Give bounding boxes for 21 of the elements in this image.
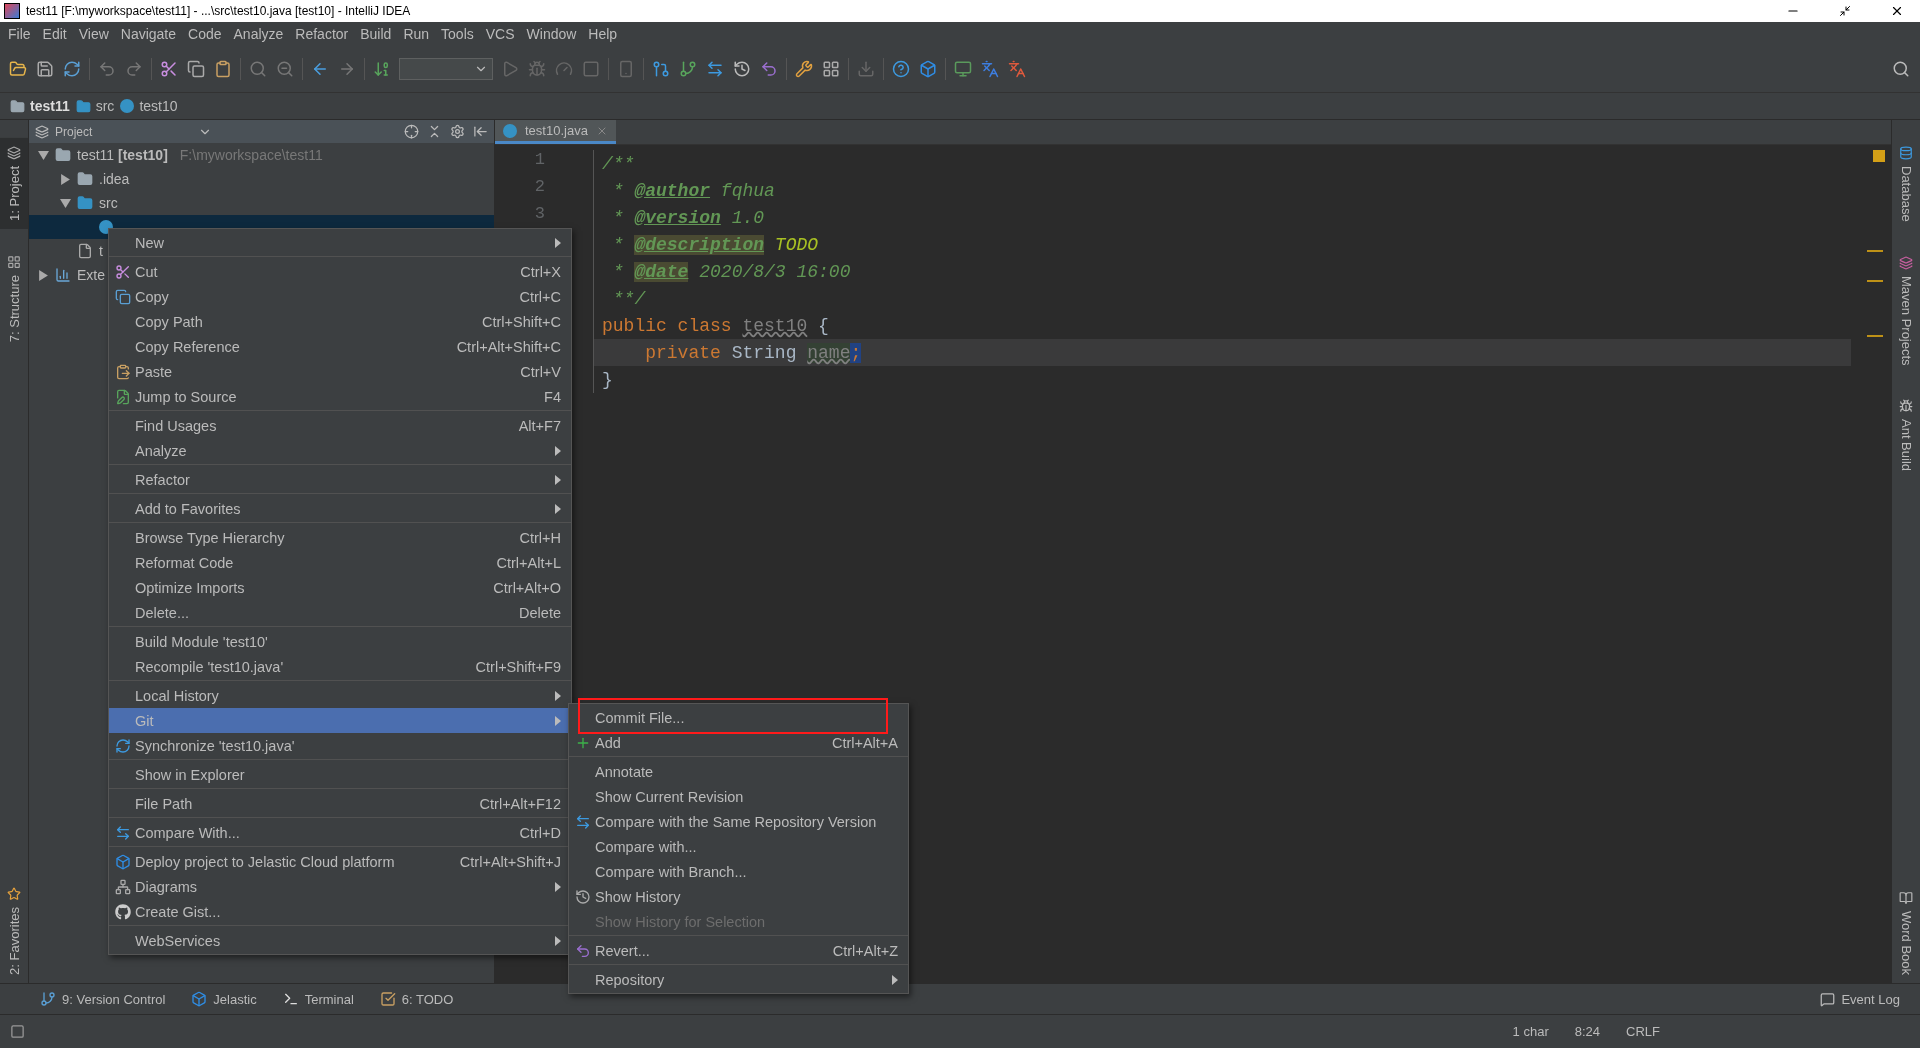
code-line: **/ — [611, 287, 647, 311]
code-line: * @author fqhua — [611, 179, 776, 203]
tree-label: test11 [test10] — [77, 147, 168, 163]
code-line: public class test10 { — [601, 314, 830, 338]
status-text: 8:24 — [1574, 1024, 1601, 1039]
tree-label: .idea — [99, 171, 130, 187]
window-title: test11 [F:\myworkspace\test11] - ...\src\test10.java [test10] - IntelliJ IDEA — [26, 4, 412, 18]
line-number: 3 — [533, 204, 545, 225]
status-text: 1 char — [1512, 1024, 1549, 1039]
code-line: * @version 1.0 — [611, 206, 766, 230]
code-line: } — [601, 368, 614, 392]
code-line: * @date 2020/8/3 16:00 — [611, 260, 852, 284]
tree-label: Exte — [77, 267, 105, 283]
code-line: /** — [601, 152, 636, 176]
panel-title: Project — [55, 124, 93, 139]
tree-label: t — [99, 243, 103, 259]
line-number: 2 — [533, 177, 545, 198]
tree-label: src — [99, 195, 118, 211]
path-text: F:\myworkspace\test11 — [179, 147, 323, 163]
line-number: 1 — [533, 150, 545, 171]
status-text: CRLF — [1626, 1024, 1660, 1039]
